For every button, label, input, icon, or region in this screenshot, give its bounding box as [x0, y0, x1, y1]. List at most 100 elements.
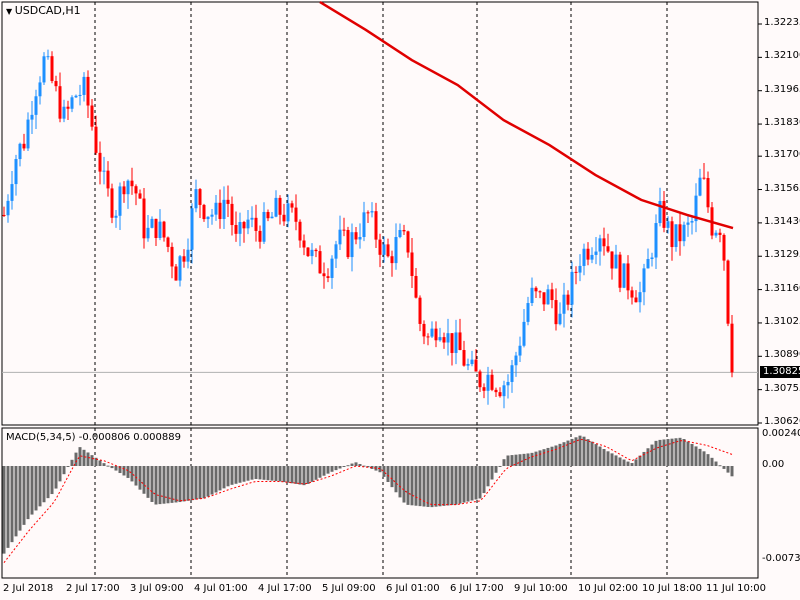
- macd-bar: [286, 466, 290, 483]
- macd-bar: [662, 439, 666, 466]
- candle-body: [598, 238, 602, 252]
- candle-body: [458, 332, 462, 351]
- candle-body: [46, 56, 50, 58]
- macd-bar: [278, 466, 282, 482]
- candle-body: [206, 216, 210, 220]
- candle-body: [338, 229, 342, 245]
- candle-body: [350, 232, 354, 258]
- candle-body: [366, 212, 370, 214]
- candle-body: [270, 216, 274, 219]
- dropdown-triangle-icon[interactable]: ▼: [6, 7, 15, 16]
- macd-bar: [626, 461, 630, 466]
- candle-body: [294, 207, 298, 222]
- candle-body: [654, 223, 658, 258]
- candle-body: [114, 215, 118, 218]
- macd-bar: [422, 466, 426, 507]
- candle-body: [470, 359, 474, 365]
- macd-bar: [258, 466, 262, 480]
- macd-bar: [630, 463, 634, 466]
- macd-bar: [474, 466, 478, 500]
- macd-bar: [538, 450, 542, 466]
- candle-body: [2, 214, 6, 216]
- macd-bar: [358, 464, 362, 466]
- macd-bar: [298, 466, 302, 485]
- macd-bar: [418, 466, 422, 507]
- candle-body: [666, 221, 670, 228]
- macd-bar: [426, 466, 430, 507]
- macd-bar: [398, 466, 402, 498]
- symbol-title[interactable]: ▼ USDCAD,H1: [6, 4, 81, 17]
- macd-bar: [154, 466, 158, 505]
- macd-bar: [710, 457, 714, 466]
- candle-body: [394, 237, 398, 264]
- macd-bar: [646, 448, 650, 466]
- candle-body: [326, 276, 330, 278]
- macd-bar: [314, 466, 318, 480]
- candle-body: [554, 300, 558, 325]
- macd-bar: [146, 466, 150, 498]
- macd-bar: [718, 465, 722, 467]
- macd-bar: [446, 466, 450, 506]
- candle-body: [166, 237, 170, 247]
- candle-body: [478, 371, 482, 388]
- macd-bar: [106, 465, 110, 467]
- macd-bar: [126, 466, 130, 478]
- macd-bar: [262, 466, 266, 480]
- macd-bar: [30, 466, 34, 515]
- candle-body: [246, 219, 250, 229]
- candle-body: [434, 328, 438, 341]
- candle-body: [714, 232, 718, 236]
- macd-bar: [562, 442, 566, 466]
- macd-bar: [138, 466, 142, 490]
- candle-body: [134, 186, 138, 194]
- candle-body: [562, 294, 566, 314]
- price-chart[interactable]: [0, 0, 800, 600]
- macd-bar: [686, 441, 690, 466]
- y-tick-label: 1.31700: [764, 149, 800, 161]
- macd-bar: [462, 466, 466, 503]
- macd-bar: [458, 466, 462, 504]
- candle-body: [10, 184, 14, 201]
- macd-bar: [406, 466, 410, 505]
- macd-bar: [450, 466, 454, 506]
- candle-body: [194, 189, 198, 209]
- candle-body: [358, 237, 362, 240]
- candle-body: [466, 364, 470, 366]
- moving-average-line: [319, 0, 734, 230]
- candle-body: [182, 256, 186, 262]
- candle-body: [530, 287, 534, 304]
- candle-body: [230, 203, 234, 226]
- candle-body: [482, 387, 486, 391]
- macd-bar: [174, 466, 178, 503]
- macd-bar: [702, 451, 706, 466]
- y-tick-label: 1.31430: [764, 215, 800, 227]
- macd-bar: [42, 466, 46, 503]
- candle-body: [210, 214, 214, 217]
- candle-body: [238, 222, 242, 234]
- candle-body: [162, 221, 166, 238]
- macd-bar: [454, 466, 458, 505]
- candle-body: [398, 229, 402, 238]
- candle-body: [14, 159, 18, 185]
- macd-bar: [622, 459, 626, 466]
- macd-bar: [198, 466, 202, 499]
- macd-bar: [382, 466, 386, 477]
- candle-body: [346, 229, 350, 258]
- y-tick-label: 1.31965: [764, 83, 800, 95]
- macd-bar: [266, 466, 270, 481]
- macd-bar: [690, 443, 694, 466]
- macd-bar: [530, 452, 534, 466]
- macd-bar: [606, 451, 610, 466]
- current-price-label: 1.30825: [760, 366, 800, 378]
- macd-bar: [114, 466, 118, 471]
- candle-body: [558, 313, 562, 325]
- candle-body: [386, 244, 390, 257]
- candle-body: [98, 152, 102, 172]
- candle-body: [662, 200, 666, 228]
- macd-bar: [170, 466, 174, 503]
- candle-body: [602, 238, 606, 247]
- y-tick-label: 1.30890: [764, 349, 800, 361]
- candle-body: [234, 225, 238, 234]
- candle-body: [638, 292, 642, 303]
- candle-body: [154, 218, 158, 238]
